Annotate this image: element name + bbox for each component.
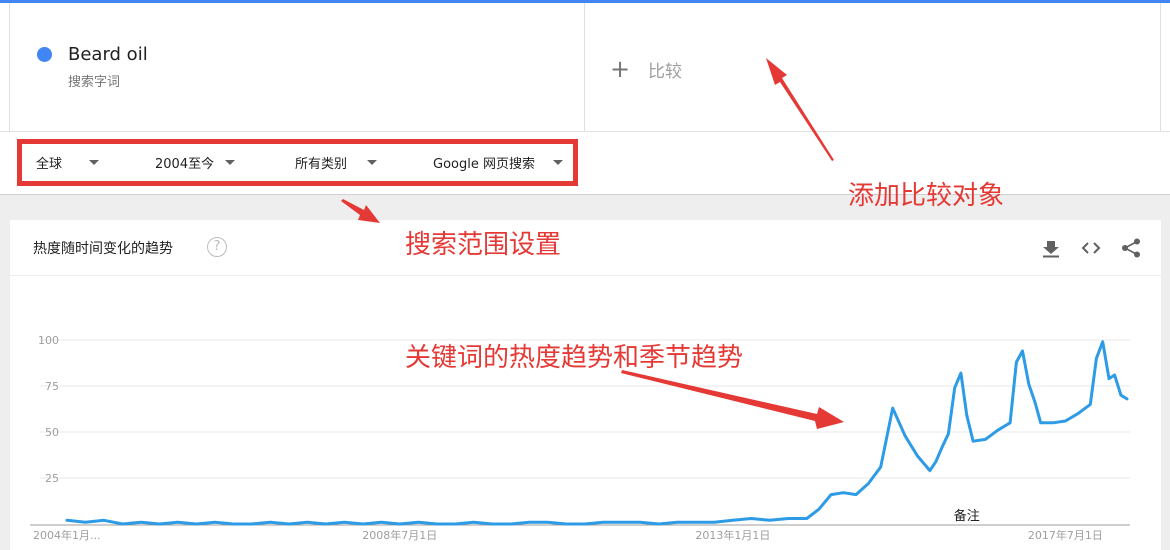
y-tick-label: 100 [38, 334, 59, 347]
filter-annotation: 搜索范围设置 [405, 230, 562, 260]
interest-line-chart: 25 50 75 100 2004年1月... 2008年7月1日 2013年1月1日 20… [30, 58, 1130, 542]
x-tick-label: 2008年7月1日 [362, 528, 437, 542]
x-tick-label: 2004年1月... [33, 528, 100, 542]
trend-annotation: 关键词的热度趋势和季节趋势 [405, 343, 744, 373]
y-tick-label: 75 [45, 380, 59, 393]
x-tick-label: 2013年1月1日 [695, 528, 770, 542]
y-tick-label: 50 [45, 426, 59, 439]
filter-arrow [341, 199, 380, 223]
compare-arrow [766, 58, 834, 161]
compare-annotation: 添加比较对象 [848, 181, 1005, 211]
x-tick-label: 2017年7月1日 [1028, 528, 1103, 542]
y-tick-label: 25 [45, 472, 59, 485]
trend-arrow [621, 370, 844, 429]
chart-note-label[interactable]: 备注 [954, 508, 980, 524]
